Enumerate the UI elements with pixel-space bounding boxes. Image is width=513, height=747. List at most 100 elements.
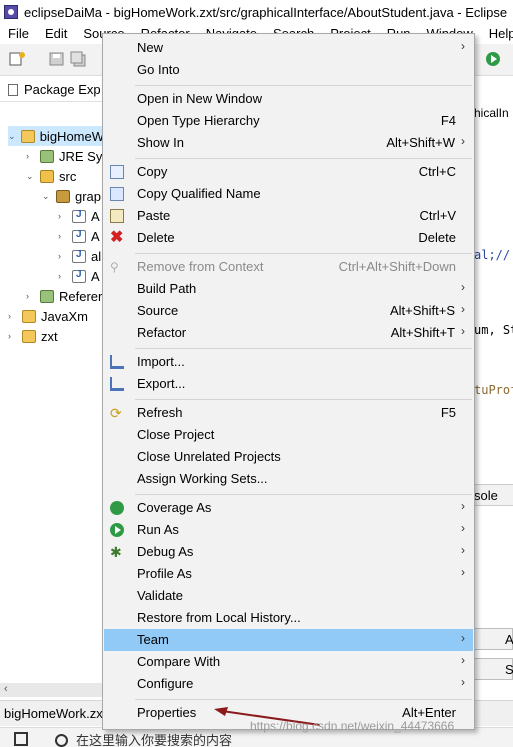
editor-tab-label[interactable]: hicalIn bbox=[474, 106, 509, 120]
horizontal-scrollbar[interactable]: ‹ bbox=[0, 683, 110, 697]
menu-item-show-in[interactable]: Show In Alt+Shift+W › bbox=[104, 132, 473, 154]
menu-item-assign-working-sets[interactable]: Assign Working Sets... bbox=[104, 468, 473, 490]
menu-item-copy-qualified-name[interactable]: Copy Qualified Name bbox=[104, 183, 473, 205]
tree-item-bighomework[interactable]: ⌄ bigHomeW bbox=[8, 126, 104, 146]
menu-item-configure[interactable]: Configure › bbox=[104, 673, 473, 695]
menu-item-label: Show In bbox=[137, 135, 184, 150]
menu-item-copy[interactable]: Copy Ctrl+C bbox=[104, 161, 473, 183]
menu-help[interactable]: Help bbox=[481, 26, 513, 41]
debug-icon: ✱ bbox=[110, 544, 122, 560]
menu-item-close-project[interactable]: Close Project bbox=[104, 424, 473, 446]
tree-item-java-2[interactable]: › A bbox=[58, 226, 100, 246]
eclipse-app-icon bbox=[4, 5, 18, 19]
tree-item-label: al bbox=[91, 248, 102, 264]
menu-file[interactable]: File bbox=[0, 26, 37, 41]
menu-item-new[interactable]: New › bbox=[104, 37, 473, 59]
submenu-arrow-icon: › bbox=[461, 39, 465, 53]
code-line: al;// bbox=[474, 248, 511, 262]
chevron-right-icon[interactable]: › bbox=[8, 311, 18, 321]
tree-item-label: bigHomeW bbox=[39, 128, 104, 144]
tree-item-java-3[interactable]: › al bbox=[58, 246, 101, 266]
code-line: tuProf bbox=[474, 383, 513, 397]
menu-item-label: Close Project bbox=[137, 427, 215, 442]
menu-separator bbox=[135, 158, 472, 159]
tree-item-package[interactable]: ⌄ grap bbox=[42, 186, 101, 206]
submenu-arrow-icon: › bbox=[461, 499, 465, 513]
menu-item-label: Compare With bbox=[137, 654, 221, 669]
tree-item-label: JavaXm bbox=[41, 308, 88, 324]
chevron-right-icon[interactable]: › bbox=[8, 331, 18, 341]
menu-item-delete[interactable]: ✖ Delete Delete bbox=[104, 227, 473, 249]
chevron-down-icon[interactable]: ⌄ bbox=[42, 191, 52, 202]
menu-item-paste[interactable]: Paste Ctrl+V bbox=[104, 205, 473, 227]
tree-item-javaxm[interactable]: › JavaXm bbox=[8, 306, 88, 326]
menu-separator bbox=[135, 85, 472, 86]
copy-icon bbox=[110, 165, 124, 179]
source-folder-icon bbox=[40, 169, 54, 183]
menu-item-restore-from-local-history[interactable]: Restore from Local History... bbox=[104, 607, 473, 629]
menu-item-open-in-new-window[interactable]: Open in New Window bbox=[104, 88, 473, 110]
tree-item-label: A bbox=[91, 268, 100, 284]
windows-start-icon[interactable] bbox=[14, 732, 28, 746]
menu-item-debug-as[interactable]: ✱ Debug As › bbox=[104, 541, 473, 563]
menu-item-import[interactable]: Import... bbox=[104, 351, 473, 373]
taskbar-search-placeholder: 在这里输入你要搜索的内容 bbox=[76, 733, 233, 747]
editor-area: hicalIn al;// um, St tuProf bbox=[470, 78, 513, 698]
chevron-down-icon[interactable]: ⌄ bbox=[26, 171, 36, 182]
menu-item-open-type-hierarchy[interactable]: Open Type Hierarchy F4 bbox=[104, 110, 473, 132]
chevron-right-icon[interactable]: › bbox=[26, 291, 36, 301]
chevron-right-icon[interactable]: › bbox=[58, 211, 68, 221]
project-icon bbox=[22, 329, 36, 343]
menu-item-source[interactable]: Source Alt+Shift+S › bbox=[104, 300, 473, 322]
menu-item-label: Restore from Local History... bbox=[137, 610, 301, 625]
taskbar-search[interactable]: 在这里输入你要搜索的内容 bbox=[55, 730, 232, 747]
menu-item-profile-as[interactable]: Profile As › bbox=[104, 563, 473, 585]
menu-item-refactor[interactable]: Refactor Alt+Shift+T › bbox=[104, 322, 473, 344]
save-all-icon[interactable] bbox=[70, 51, 88, 67]
menu-item-label: Build Path bbox=[137, 281, 197, 296]
tree-item-java-4[interactable]: › A bbox=[58, 266, 100, 286]
menu-item-compare-with[interactable]: Compare With › bbox=[104, 651, 473, 673]
import-icon bbox=[110, 355, 124, 369]
tree-item-zxt[interactable]: › zxt bbox=[8, 326, 58, 346]
menu-item-shortcut: Delete bbox=[418, 230, 456, 245]
run-toolbar-icon[interactable] bbox=[484, 51, 502, 67]
save-icon[interactable] bbox=[48, 51, 66, 67]
menu-separator bbox=[135, 699, 472, 700]
team-submenu-item[interactable]: A bbox=[470, 628, 513, 650]
java-file-icon bbox=[72, 269, 86, 283]
console-tab-label: sole bbox=[474, 488, 498, 503]
menu-separator bbox=[135, 253, 472, 254]
menu-item-validate[interactable]: Validate bbox=[104, 585, 473, 607]
tree-item-label: A bbox=[91, 208, 100, 224]
new-icon[interactable] bbox=[8, 51, 26, 67]
chevron-right-icon[interactable]: › bbox=[58, 231, 68, 241]
console-tab[interactable]: sole bbox=[470, 484, 513, 506]
chevron-right-icon[interactable]: › bbox=[26, 151, 36, 161]
menu-item-label: Delete bbox=[137, 230, 175, 245]
menu-item-shortcut: Alt+Enter bbox=[402, 705, 456, 720]
menu-edit[interactable]: Edit bbox=[37, 26, 75, 41]
menu-item-coverage-as[interactable]: Coverage As › bbox=[104, 497, 473, 519]
tree-item-referenced[interactable]: › Referer bbox=[26, 286, 102, 306]
team-submenu-item[interactable]: S bbox=[470, 658, 513, 680]
tree-item-label: A bbox=[91, 228, 100, 244]
menu-item-run-as[interactable]: Run As › bbox=[104, 519, 473, 541]
tree-item-jre[interactable]: › JRE Sys bbox=[26, 146, 109, 166]
chevron-right-icon[interactable]: › bbox=[58, 251, 68, 261]
menu-item-close-unrelated-projects[interactable]: Close Unrelated Projects bbox=[104, 446, 473, 468]
menu-item-export[interactable]: Export... bbox=[104, 373, 473, 395]
menu-item-shortcut: Ctrl+V bbox=[419, 208, 456, 223]
tree-item-src[interactable]: ⌄ src bbox=[26, 166, 76, 186]
chevron-down-icon[interactable]: ⌄ bbox=[8, 131, 17, 142]
tree-item-java-1[interactable]: › A bbox=[58, 206, 100, 226]
menu-item-go-into[interactable]: Go Into bbox=[104, 59, 473, 81]
menu-item-label: Open in New Window bbox=[137, 91, 262, 106]
menu-item-build-path[interactable]: Build Path › bbox=[104, 278, 473, 300]
chevron-right-icon[interactable]: › bbox=[58, 271, 68, 281]
menu-item-refresh[interactable]: ⟳ Refresh F5 bbox=[104, 402, 473, 424]
project-icon bbox=[21, 129, 35, 143]
menu-item-team[interactable]: Team › bbox=[104, 629, 473, 651]
search-icon bbox=[55, 734, 68, 747]
scroll-left-icon[interactable]: ‹ bbox=[4, 683, 8, 695]
